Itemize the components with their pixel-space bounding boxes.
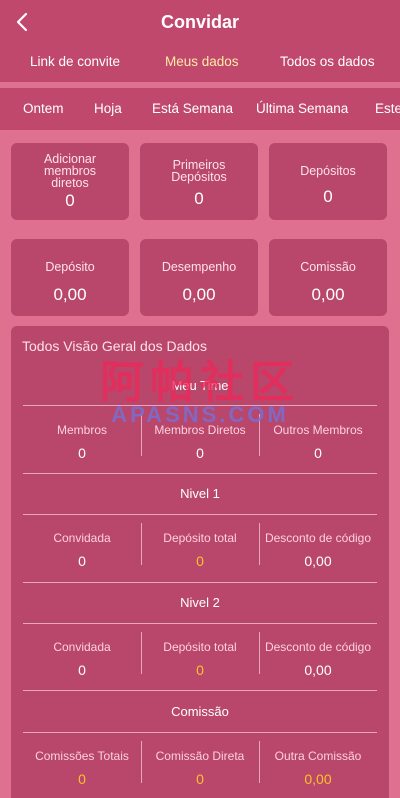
stat-value: 0,00 [304,662,332,678]
stat-code-discount: Desconto de código 0,00 [259,531,377,569]
card-label: Adicionar membros diretos [43,152,97,190]
stat-value: 0 [78,553,86,569]
card-value: 0,00 [182,285,216,304]
period-today[interactable]: Hoja [94,101,122,116]
divider [23,690,377,691]
stat-total-deposit: Depósito total 0 [141,640,259,678]
stat-value: 0 [314,445,322,461]
stat-direct-commission: Comissão Direta 0 [141,749,259,787]
tab-my-data[interactable]: Meus dados [165,54,239,69]
stat-label: Outra Comissão [274,749,362,763]
app-header: Convidar [0,0,400,44]
stat-total-deposit: Depósito total 0 [141,531,259,569]
period-yesterday[interactable]: Ontem [23,101,64,116]
card-value: 0 [65,191,75,210]
stat-label: Convidada [53,531,111,545]
card-performance: Desempenho 0,00 [140,239,258,316]
period-this-week[interactable]: Está Semana [152,101,233,116]
period-this-month[interactable]: Este [375,101,400,116]
stat-label: Depósito total [163,531,237,545]
page-title: Convidar [160,11,239,32]
stat-label: Desconto de código [264,640,372,654]
stat-members: Membros 0 [23,423,141,461]
card-value: 0,00 [311,285,345,304]
stat-label: Membros [56,423,107,437]
stat-other-members: Outros Membros 0 [259,423,377,461]
card-value: 0 [194,189,204,208]
card-label: Comissão [300,260,356,274]
stat-label: Desconto de código [264,531,372,545]
stat-label: Outros Membros [273,423,363,437]
stat-code-discount: Desconto de código 0,00 [259,640,377,678]
stat-label: Comissão Direta [155,749,245,763]
section-title-team: Meu Time [171,378,229,393]
stat-invited: Convidada 0 [23,531,141,569]
card-label: Depósitos [300,164,356,178]
card-label: Depósito [45,260,95,274]
stat-value: 0 [196,445,204,461]
stat-label: Comissões Totais [35,749,129,763]
tab-all-data[interactable]: Todos os dados [280,54,375,69]
card-deposits: Depósitos 0 [269,143,387,220]
period-last-week[interactable]: Última Semana [256,101,348,116]
stat-label: Depósito total [163,640,237,654]
stat-value: 0,00 [304,553,332,569]
card-commission: Comissão 0,00 [269,239,387,316]
stat-direct-members: Membros Diretos 0 [141,423,259,461]
card-deposit-amount: Depósito 0,00 [11,239,129,316]
stat-value: 0 [78,771,86,787]
divider [23,582,377,583]
stat-value: 0 [196,662,204,678]
divider [23,732,377,733]
stat-value: 0,00 [304,771,332,787]
divider [23,514,377,515]
stat-invited: Convidada 0 [23,640,141,678]
section-title-level-2: Nivel 2 [180,595,220,610]
card-first-deposits: Primeiros Depósitos 0 [140,143,258,220]
stat-value: 0 [196,553,204,569]
chevron-left-icon [16,12,28,32]
period-filter: Ontem Hoja Está Semana Última Semana Est… [0,88,400,130]
card-value: 0,00 [53,285,87,304]
card-label: Primeiros Depósitos [171,158,227,184]
back-button[interactable] [10,10,34,34]
stat-value: 0 [196,771,204,787]
divider [23,405,377,406]
stat-label: Membros Diretos [154,423,246,437]
stat-other-commission: Outra Comissão 0,00 [259,749,377,787]
overview-panel: Todos Visão Geral dos Dados Meu Time Mem… [11,326,389,798]
divider [23,623,377,624]
stat-value: 0 [78,662,86,678]
overview-title: Todos Visão Geral dos Dados [22,338,207,354]
tab-invite-link[interactable]: Link de convite [30,54,120,69]
stat-total-commission: Comissões Totais 0 [23,749,141,787]
card-value: 0 [323,187,333,206]
card-label: Desempenho [161,260,237,274]
stat-label: Convidada [53,640,111,654]
tab-bar: Link de convite Meus dados Todos os dado… [0,44,400,82]
section-title-level-1: Nivel 1 [180,486,220,501]
card-new-direct-members: Adicionar membros diretos 0 [11,143,129,220]
stat-value: 0 [78,445,86,461]
section-title-commission: Comissão [171,704,229,719]
divider [23,473,377,474]
